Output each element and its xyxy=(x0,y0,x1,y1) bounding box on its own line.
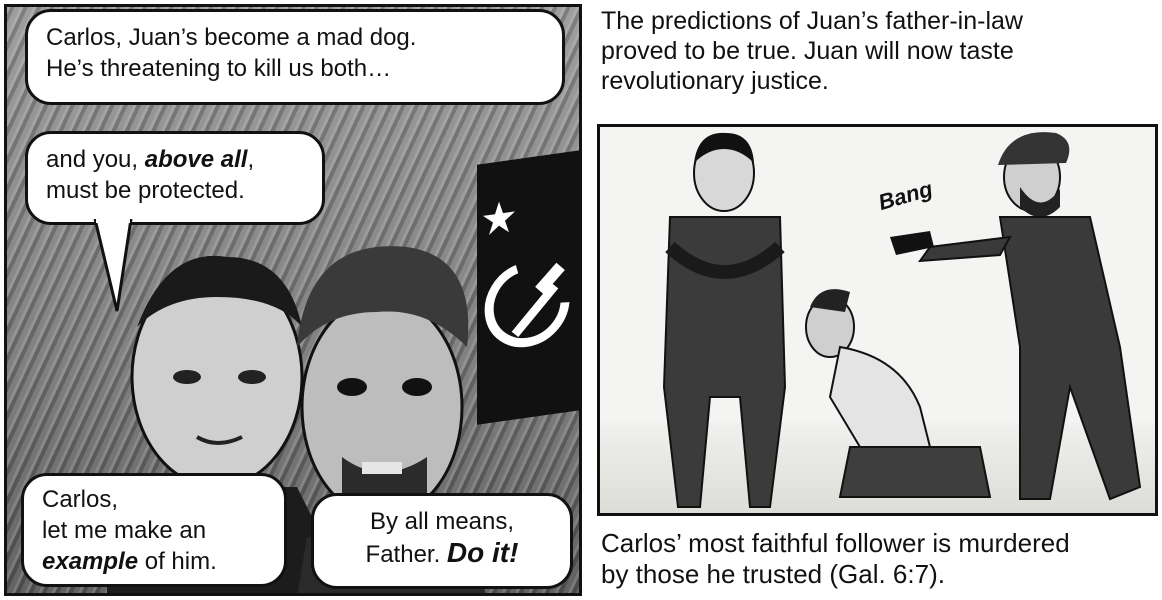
caption-bottom-line-1: Carlos’ most faithful follower is murder… xyxy=(601,528,1070,558)
execution-scene-illustration xyxy=(662,132,1142,508)
hammer-sickle-icon xyxy=(483,201,570,348)
speech-bubble-1: Carlos, Juan’s become a mad dog. He’s th… xyxy=(25,9,565,105)
bubble-3-line-1: Carlos, xyxy=(42,486,119,513)
bubble-1-line-2: He’s threatening to kill us both… xyxy=(46,55,392,82)
kneeling-prisoner-figure xyxy=(805,289,992,498)
bubble-4-text-pre: Father. xyxy=(365,541,447,568)
caption-top: The predictions of Juan’s father-in-law … xyxy=(601,6,1023,96)
bubble-2-line-1: and you, above all, xyxy=(46,144,304,175)
left-comic-panel: Carlos, Juan’s become a mad dog. He’s th… xyxy=(4,4,582,596)
right-comic-panel: Bang xyxy=(597,124,1158,516)
speech-bubble-2: and you, above all, must be protected. xyxy=(25,131,325,225)
standing-priest-figure xyxy=(662,132,787,508)
caption-top-line-1: The predictions of Juan’s father-in-law xyxy=(601,7,1023,35)
bubble-4-line-2: Father. Do it! xyxy=(332,537,552,570)
caption-bottom: Carlos’ most faithful follower is murder… xyxy=(601,528,1070,590)
bubble-4-emphasis: Do it! xyxy=(446,537,519,568)
caption-top-line-3: revolutionary justice. xyxy=(601,67,829,95)
speech-bubble-3: Carlos, let me make an example of him. xyxy=(21,473,287,587)
bubble-3-text-post: of him. xyxy=(138,548,217,575)
caption-top-line-2: proved to be true. Juan will now taste xyxy=(601,37,1014,65)
bubble-3-line-2: let me make an xyxy=(42,517,207,544)
bubble-3-line-3: example of him. xyxy=(42,546,266,577)
bubble-2-text-post: , xyxy=(247,146,255,173)
speech-bubble-4: By all means, Father. Do it! xyxy=(311,493,573,589)
bubble-4-line-1: By all means, xyxy=(369,508,515,535)
bubble-1-line-1: Carlos, Juan’s become a mad dog. xyxy=(46,24,417,51)
bubble-2-line-2: must be protected. xyxy=(46,177,245,204)
bubble-2-tail xyxy=(93,219,133,312)
communist-flag xyxy=(477,149,579,425)
bubble-2-emphasis: above all xyxy=(144,146,248,173)
bubble-2-text-pre: and you, xyxy=(46,146,145,173)
bubble-3-emphasis: example xyxy=(42,548,139,575)
star-icon xyxy=(483,201,515,236)
caption-bottom-line-2: by those he trusted (Gal. 6:7). xyxy=(601,559,945,589)
